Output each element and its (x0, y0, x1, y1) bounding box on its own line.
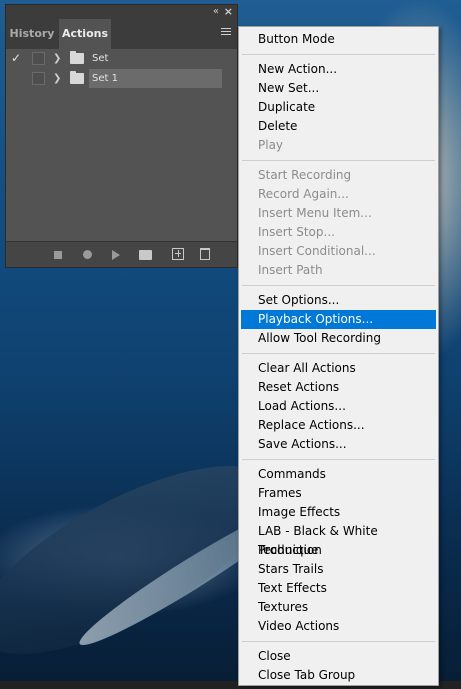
panel-tabbar: History Actions (6, 19, 237, 49)
panel-footer (6, 241, 237, 267)
menu-item-button-mode[interactable]: Button Mode (241, 30, 436, 49)
tab-history[interactable]: History (6, 19, 58, 49)
menu-item-text-effects[interactable]: Text Effects (241, 579, 436, 598)
dialog-toggle-box[interactable] (32, 72, 45, 85)
menu-item-video-actions[interactable]: Video Actions (241, 617, 436, 636)
menu-item-close[interactable]: Close (241, 647, 436, 666)
menu-item-replace-actions[interactable]: Replace Actions... (241, 416, 436, 435)
stop-icon[interactable] (54, 251, 62, 259)
menu-item-load-actions[interactable]: Load Actions... (241, 397, 436, 416)
menu-separator (242, 641, 435, 642)
menu-item-new-action[interactable]: New Action... (241, 60, 436, 79)
tab-actions[interactable]: Actions (59, 19, 111, 49)
menu-item-close-tab-group[interactable]: Close Tab Group (241, 666, 436, 685)
chevron-right-icon[interactable]: ❯ (53, 69, 61, 88)
chevron-right-icon[interactable]: ❯ (53, 49, 61, 68)
close-panel-icon[interactable]: × (224, 5, 233, 19)
collapse-panel-icon[interactable]: « (213, 5, 219, 19)
panel-flyout-menu: Button Mode New Action... New Set... Duplic… (238, 26, 439, 686)
new-action-icon[interactable] (172, 248, 184, 260)
menu-item-textures[interactable]: Textures (241, 598, 436, 617)
folder-icon (70, 71, 84, 84)
menu-separator (242, 353, 435, 354)
menu-item-save-actions[interactable]: Save Actions... (241, 435, 436, 454)
menu-separator (242, 54, 435, 55)
menu-item-insert-menu-item: Insert Menu Item... (258, 206, 372, 220)
menu-item-set-options[interactable]: Set Options... (241, 291, 436, 310)
play-icon[interactable] (112, 250, 120, 260)
dialog-toggle-box[interactable] (32, 52, 45, 65)
new-set-icon[interactable] (139, 250, 152, 260)
menu-item-allow-tool-recording[interactable]: Allow Tool Recording (241, 329, 436, 348)
menu-separator (242, 160, 435, 161)
menu-separator (242, 459, 435, 460)
action-set-row[interactable]: ✓ ❯ Set (6, 49, 237, 68)
menu-item-image-effects[interactable]: Image Effects (241, 503, 436, 522)
actions-panel: « × History Actions ✓ ❯ Set ❯ Set 1 (5, 4, 238, 268)
menu-item-stars-trails[interactable]: Stars Trails (241, 560, 436, 579)
menu-item-insert-stop: Insert Stop... (258, 225, 335, 239)
checkmark-icon[interactable]: ✓ (11, 49, 25, 68)
delete-icon[interactable] (200, 248, 210, 260)
menu-item-lab-black-white-technique[interactable]: LAB - Black & White Technique (241, 522, 436, 557)
menu-item-start-recording: Start Recording (258, 168, 352, 182)
menu-item-insert-path: Insert Path (258, 263, 323, 277)
menu-item-new-set[interactable]: New Set... (241, 79, 436, 98)
menu-item-playback-options[interactable]: Playback Options... (241, 310, 436, 329)
menu-item-production[interactable]: Production (241, 541, 436, 560)
menu-item-frames[interactable]: Frames (241, 484, 436, 503)
set-label: Set 1 (92, 73, 118, 84)
menu-item-play: Play (258, 138, 284, 152)
menu-item-commands[interactable]: Commands (241, 465, 436, 484)
menu-item-insert-conditional: Insert Conditional... (258, 244, 376, 258)
menu-item-clear-all-actions[interactable]: Clear All Actions (241, 359, 436, 378)
menu-item-delete[interactable]: Delete (241, 117, 436, 136)
panel-menu-icon[interactable] (221, 28, 231, 38)
menu-item-record-again: Record Again... (258, 187, 349, 201)
actions-list: ✓ ❯ Set ❯ Set 1 (6, 49, 237, 89)
set-label: Set (92, 53, 109, 64)
menu-item-reset-actions[interactable]: Reset Actions (241, 378, 436, 397)
record-icon[interactable] (83, 250, 92, 259)
menu-separator (242, 285, 435, 286)
action-set-row[interactable]: ❯ Set 1 (6, 69, 237, 88)
folder-icon (70, 51, 84, 64)
panel-topbar: « × (6, 5, 237, 19)
menu-item-duplicate[interactable]: Duplicate (241, 98, 436, 117)
